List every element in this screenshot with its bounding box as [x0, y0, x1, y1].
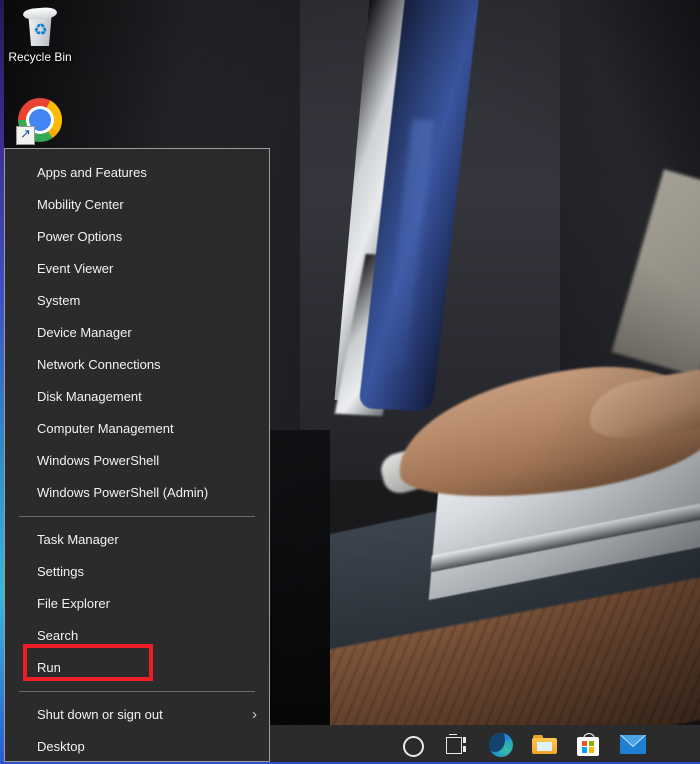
menu-item-label: Windows PowerShell (Admin) [37, 485, 209, 500]
recycle-bin-lid [22, 6, 58, 21]
menu-item-label: Task Manager [37, 532, 119, 547]
mail-icon [620, 734, 646, 754]
menu-item-windows-powershell-admin[interactable]: Windows PowerShell (Admin) [5, 477, 269, 509]
menu-item-settings[interactable]: Settings [5, 556, 269, 588]
taskbar-microsoft-store-button[interactable] [576, 731, 602, 757]
menu-item-device-manager[interactable]: Device Manager [5, 317, 269, 349]
menu-item-label: Event Viewer [37, 261, 114, 276]
task-view-top-edge [449, 733, 457, 735]
menu-item-label: Network Connections [37, 357, 161, 372]
taskbar-cortana-button[interactable] [400, 731, 426, 757]
task-view-bar-bottom [463, 745, 466, 752]
recycle-bin-icon: ♻ [20, 6, 60, 48]
menu-item-label: Search [37, 628, 79, 643]
taskbar-file-explorer-button[interactable] [532, 731, 558, 757]
chrome-icon: ↗ [16, 96, 64, 145]
menu-item-label: Shut down or sign out [37, 707, 163, 722]
recycle-symbol-icon: ♻ [33, 22, 48, 39]
menu-item-network-connections[interactable]: Network Connections [5, 349, 269, 381]
ms-logo-red [582, 740, 588, 746]
left-accent-strip [0, 0, 4, 764]
menu-item-mobility-center[interactable]: Mobility Center [5, 189, 269, 221]
desktop-icon-google-chrome[interactable]: ↗ [2, 96, 78, 146]
menu-separator [19, 516, 255, 517]
menu-item-label: Computer Management [37, 421, 174, 436]
menu-item-system[interactable]: System [5, 285, 269, 317]
desktop-icon-recycle-bin[interactable]: ♻ Recycle Bin [2, 6, 78, 64]
task-view-window [446, 736, 462, 754]
menu-item-label: File Explorer [37, 596, 110, 611]
edge-icon [489, 732, 513, 757]
menu-item-search[interactable]: Search [5, 620, 269, 652]
menu-item-event-viewer[interactable]: Event Viewer [5, 253, 269, 285]
menu-separator [19, 691, 255, 692]
microsoft-store-icon [576, 732, 600, 757]
menu-item-label: Device Manager [37, 325, 132, 340]
menu-item-power-options[interactable]: Power Options [5, 221, 269, 253]
microsoft-logo-icon [582, 740, 594, 753]
menu-item-run[interactable]: Run [5, 652, 269, 684]
file-explorer-icon [532, 734, 558, 755]
shortcut-arrow-icon: ↗ [16, 126, 35, 145]
menu-item-label: Disk Management [37, 389, 142, 404]
ms-logo-blue [582, 747, 588, 753]
desktop-icon-label: Recycle Bin [8, 50, 72, 64]
menu-item-label: Run [37, 660, 61, 675]
taskbar-icon-group [392, 725, 646, 762]
ms-logo-yellow [588, 747, 594, 753]
menu-item-task-manager[interactable]: Task Manager [5, 524, 269, 556]
desktop-screen: ♻ Recycle Bin ↗ Apps and Features Mobili… [0, 0, 700, 764]
menu-item-file-explorer[interactable]: File Explorer [5, 588, 269, 620]
task-view-bottom-edge [449, 752, 457, 754]
menu-item-label: Desktop [37, 739, 85, 754]
menu-item-computer-management[interactable]: Computer Management [5, 413, 269, 445]
menu-item-label: System [37, 293, 81, 308]
taskbar-mail-button[interactable] [620, 731, 646, 757]
taskbar-task-view-button[interactable] [444, 731, 470, 757]
menu-item-label: Mobility Center [37, 197, 124, 212]
menu-item-shut-down-or-sign-out[interactable]: Shut down or sign out › [5, 699, 269, 731]
taskbar-edge-button[interactable] [488, 731, 514, 757]
menu-item-label: Apps and Features [37, 165, 147, 180]
menu-item-windows-powershell[interactable]: Windows PowerShell [5, 445, 269, 477]
task-view-bar-top [463, 736, 466, 743]
folder-inner-sheet [537, 741, 552, 751]
menu-item-label: Settings [37, 564, 84, 579]
chevron-right-icon: › [252, 706, 257, 723]
cortana-icon [402, 735, 424, 757]
menu-item-label: Windows PowerShell [37, 453, 160, 468]
envelope-flap-inner [621, 734, 645, 746]
menu-item-label: Power Options [37, 229, 123, 244]
ms-logo-green [588, 740, 594, 746]
task-view-icon [444, 733, 470, 755]
menu-item-disk-management[interactable]: Disk Management [5, 381, 269, 413]
power-user-menu: Apps and Features Mobility Center Power … [4, 148, 270, 762]
menu-item-desktop[interactable]: Desktop [5, 731, 269, 763]
menu-item-apps-and-features[interactable]: Apps and Features [5, 157, 269, 189]
